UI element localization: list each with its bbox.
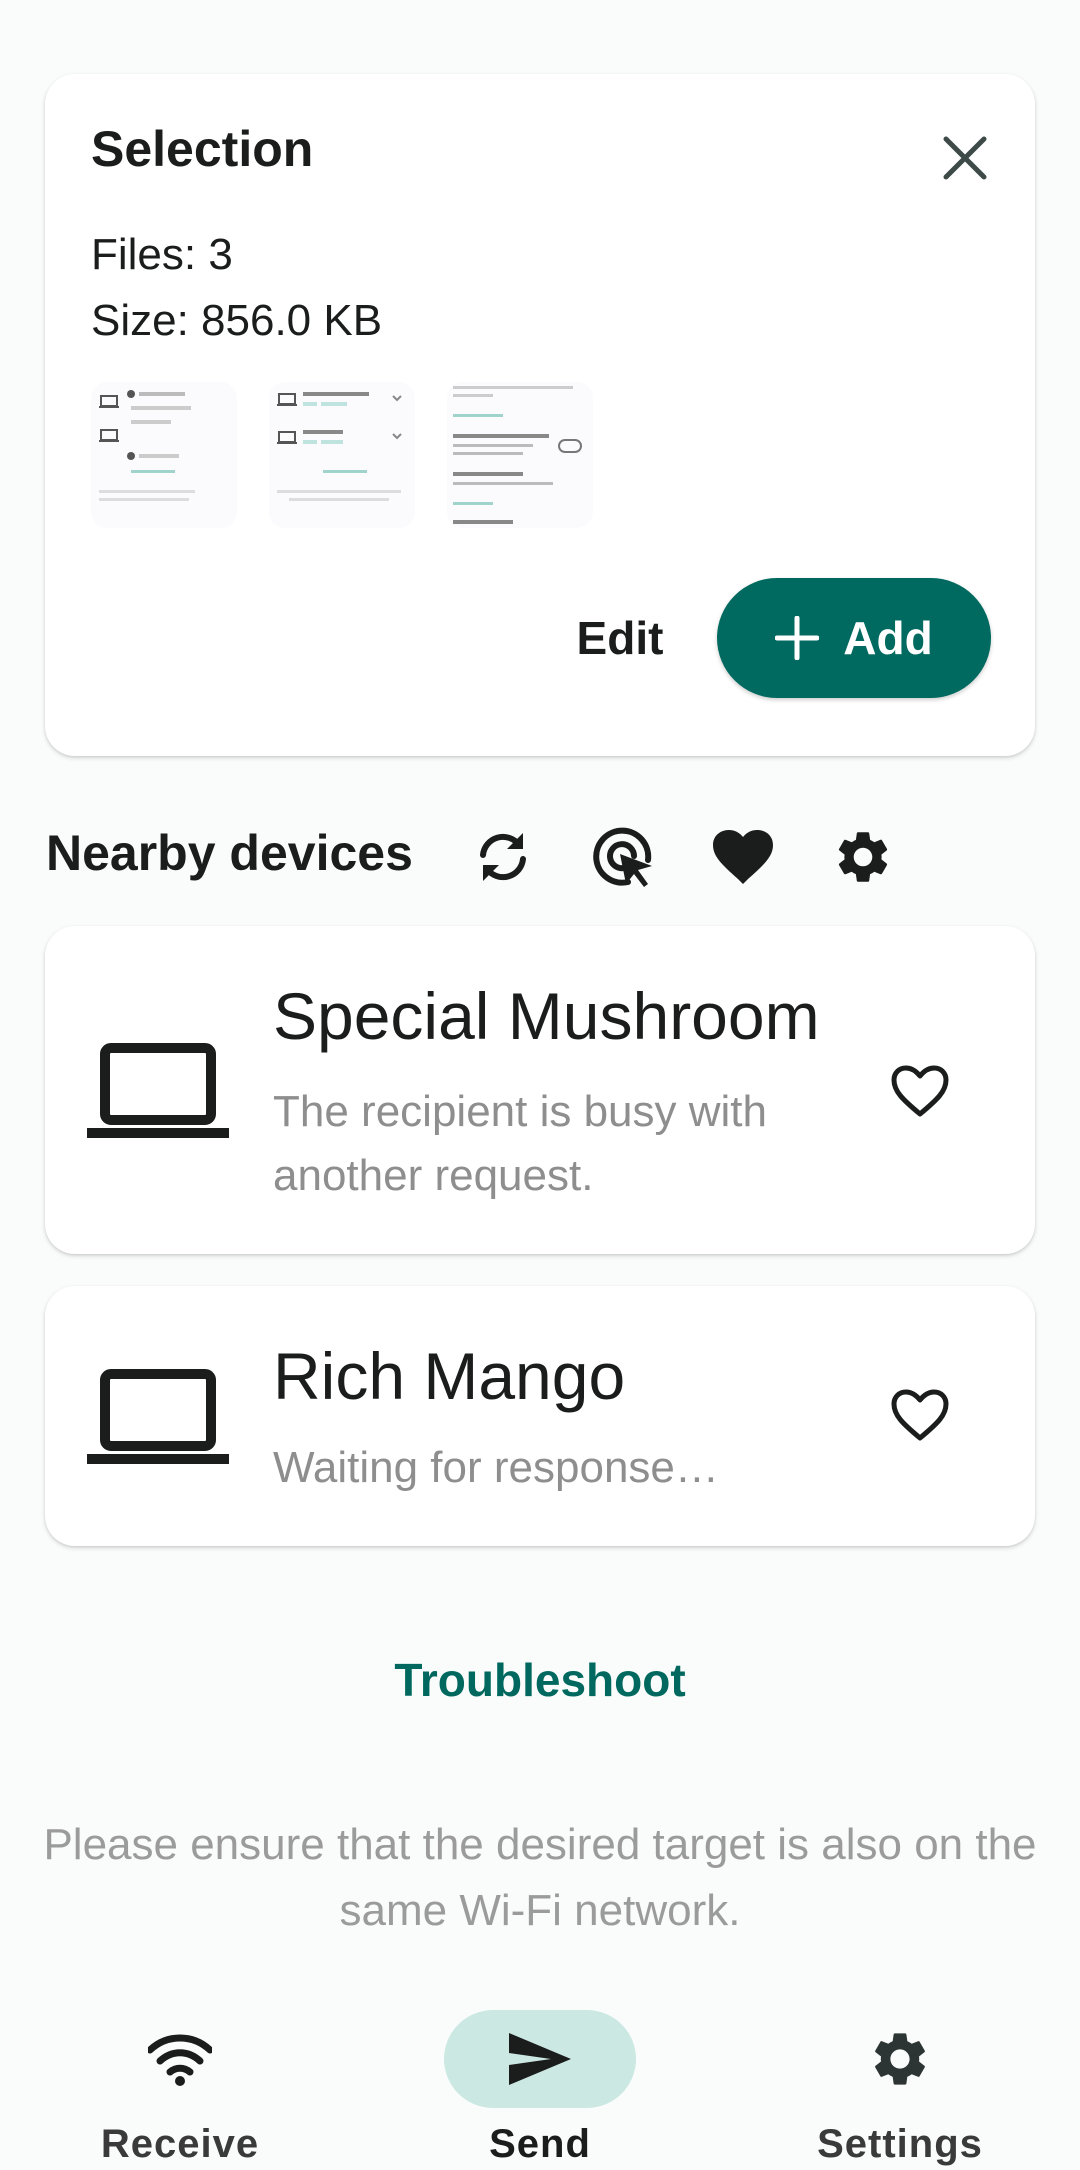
refresh-button[interactable] — [468, 822, 538, 892]
close-button[interactable] — [925, 118, 1005, 198]
thumbnail-2[interactable] — [269, 382, 415, 528]
heart-outline-icon — [891, 1065, 949, 1117]
nearby-devices-title: Nearby devices — [46, 825, 413, 881]
device-name: Special Mushroom — [273, 979, 820, 1053]
thumbnail-1[interactable] — [91, 382, 237, 528]
device-status: The recipient is busy with another reque… — [273, 1087, 767, 1200]
gear-icon — [875, 2033, 925, 2085]
device-status: Waiting for response… — [273, 1443, 719, 1492]
thumbnail-3[interactable] — [447, 382, 593, 528]
add-button[interactable]: Add — [717, 578, 991, 698]
selection-card: Selection Files: 3 Size: 856.0 KB Edit A… — [45, 74, 1035, 756]
network-hint: Please ensure that the desired target is… — [43, 1820, 1037, 1935]
nav-receive[interactable]: Receive — [60, 2000, 300, 2170]
device-card-rich-mango[interactable]: Rich Mango Waiting for response… — [45, 1286, 1035, 1546]
close-icon — [943, 136, 987, 180]
troubleshoot-button[interactable]: Troubleshoot — [340, 1640, 740, 1720]
nav-settings[interactable]: Settings — [780, 2000, 1020, 2170]
nav-label: Send — [489, 2122, 591, 2166]
device-card-special-mushroom[interactable]: Special Mushroom The recipient is busy w… — [45, 926, 1035, 1254]
nav-pill — [444, 2010, 636, 2108]
gear-icon — [838, 832, 888, 882]
nav-send[interactable]: Send — [420, 2000, 660, 2170]
heart-filled-icon — [713, 830, 773, 884]
refresh-icon — [480, 833, 526, 881]
nearby-settings-button[interactable] — [828, 822, 898, 892]
files-count: Files: 3 — [91, 230, 233, 279]
send-icon — [509, 2033, 571, 2085]
favorite-button[interactable] — [875, 1370, 965, 1460]
nav-pill — [84, 2010, 276, 2108]
edit-button[interactable]: Edit — [525, 578, 715, 698]
favorite-button[interactable] — [875, 1046, 965, 1136]
laptop-icon — [87, 1369, 229, 1464]
bottom-navigation: Receive Send Settings — [0, 2000, 1080, 2170]
add-button-label: Add — [843, 612, 933, 664]
laptop-icon — [87, 1043, 229, 1138]
plus-icon — [775, 616, 820, 660]
favorites-button[interactable] — [708, 822, 778, 892]
wifi-icon — [148, 2034, 212, 2086]
files-size: Size: 856.0 KB — [91, 296, 383, 345]
nav-pill — [804, 2010, 996, 2108]
nav-label: Receive — [100, 2122, 260, 2166]
send-to-address-button[interactable] — [588, 822, 658, 892]
device-name: Rich Mango — [273, 1339, 626, 1413]
selection-title: Selection — [91, 121, 314, 177]
nav-label: Settings — [817, 2122, 983, 2166]
heart-outline-icon — [891, 1389, 949, 1441]
target-cursor-icon — [593, 827, 652, 887]
